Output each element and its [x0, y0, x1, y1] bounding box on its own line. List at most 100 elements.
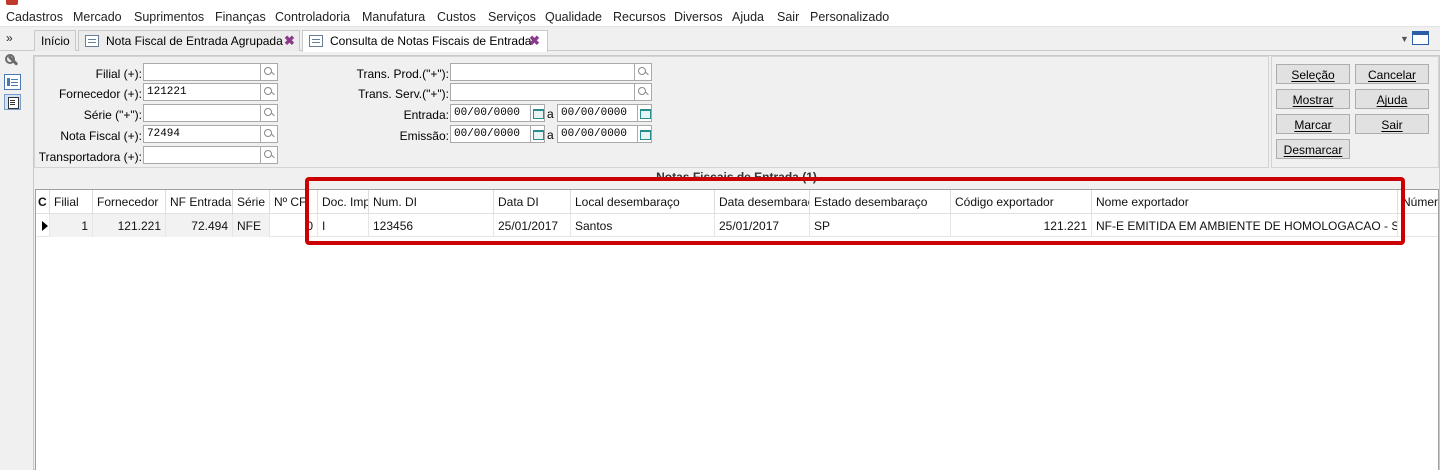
col-header-estado-desembaraco[interactable]: Estado desembaraço — [810, 190, 951, 214]
close-icon[interactable]: ✖ — [284, 33, 295, 49]
row-indicator-cell — [36, 214, 50, 237]
restore-window-icon[interactable] — [1412, 31, 1429, 45]
sair-button[interactable]: Sair — [1355, 114, 1429, 134]
cell-nome-exportador[interactable]: NF-E EMITIDA EM AMBIENTE DE HOMOLOGACAO … — [1092, 214, 1398, 237]
ajuda-button[interactable]: Ajuda — [1355, 89, 1429, 109]
grid-title: Notas Fiscais de Entrada (1) — [656, 170, 817, 184]
col-header-c[interactable]: C — [36, 190, 50, 214]
fornecedor-label: Fornecedor (+): — [58, 87, 142, 101]
trans-serv-input[interactable] — [450, 83, 635, 101]
tab-nota-fiscal-agrupada-label: Nota Fiscal de Entrada Agrupada — [106, 34, 283, 48]
col-header-nome-exportador[interactable]: Nome exportador — [1092, 190, 1398, 214]
consulta-panel: Filial (+): Fornecedor (+): 121221 Série… — [33, 55, 1440, 470]
emissao-label: Emissão: — [399, 129, 449, 143]
search-icon[interactable] — [261, 104, 278, 122]
window-controls: ▼ — [1400, 31, 1434, 48]
emissao-from-input[interactable]: 00/00/0000 — [450, 125, 531, 143]
search-icon[interactable] — [635, 83, 652, 101]
form-view-icon[interactable] — [4, 74, 21, 90]
nota-fiscal-input[interactable]: 72494 — [143, 125, 261, 143]
cell-doc-imp[interactable]: I — [318, 214, 369, 237]
cancelar-button[interactable]: Cancelar — [1355, 64, 1429, 84]
app-icon — [6, 0, 18, 5]
trans-serv-label: Trans. Serv.("+"): — [358, 87, 449, 101]
table-row[interactable]: 1 121.221 72.494 NFE 0 I 123456 25/01/20… — [36, 214, 1438, 237]
search-icon[interactable] — [635, 63, 652, 81]
wrench-icon[interactable] — [4, 53, 21, 69]
cell-filial[interactable]: 1 — [50, 214, 93, 237]
dropdown-arrow-icon[interactable]: ▼ — [1400, 34, 1409, 44]
col-header-serie[interactable]: Série — [233, 190, 270, 214]
menu-mercado[interactable]: Mercado — [73, 10, 122, 24]
menu-personalizado[interactable]: Personalizado — [810, 10, 889, 24]
cell-data-di[interactable]: 25/01/2017 — [494, 214, 571, 237]
col-header-fornecedor[interactable]: Fornecedor — [93, 190, 166, 214]
menu-servicos[interactable]: Serviços — [488, 10, 536, 24]
calendar-icon[interactable] — [638, 104, 652, 122]
serie-input[interactable] — [143, 104, 261, 122]
menu-qualidade[interactable]: Qualidade — [545, 10, 602, 24]
cell-numero[interactable] — [1398, 214, 1438, 237]
mostrar-button[interactable]: Mostrar — [1276, 89, 1350, 109]
tab-consulta-notas[interactable]: Consulta de Notas Fiscais de Entrada ✖ — [302, 30, 548, 52]
notas-grid[interactable]: C Filial Fornecedor NF Entrada Série Nº … — [35, 189, 1439, 470]
cell-nf-entrada[interactable]: 72.494 — [166, 214, 233, 237]
col-header-local-desembaraco[interactable]: Local desembaraço — [571, 190, 715, 214]
cell-fornecedor[interactable]: 121.221 — [93, 214, 166, 237]
cell-n-cf[interactable]: 0 — [270, 214, 318, 237]
menu-recursos[interactable]: Recursos — [613, 10, 666, 24]
cell-estado-desembaraco[interactable]: SP — [810, 214, 951, 237]
col-header-numero[interactable]: Númer — [1398, 190, 1438, 214]
col-header-codigo-exportador[interactable]: Código exportador — [951, 190, 1092, 214]
cell-codigo-exportador[interactable]: 121.221 — [951, 214, 1092, 237]
menu-financas[interactable]: Finanças — [215, 10, 266, 24]
marcar-button[interactable]: Marcar — [1276, 114, 1350, 134]
search-icon[interactable] — [261, 63, 278, 81]
calendar-icon[interactable] — [531, 125, 545, 143]
row-pointer-icon — [42, 221, 48, 231]
col-header-data-desembaraco[interactable]: Data desembaraço — [715, 190, 810, 214]
transportadora-input[interactable] — [143, 146, 261, 164]
search-icon[interactable] — [261, 125, 278, 143]
trans-prod-label: Trans. Prod.("+"): — [356, 67, 449, 81]
menu-manufatura[interactable]: Manufatura — [362, 10, 425, 24]
entrada-to-input[interactable]: 00/00/0000 — [557, 104, 638, 122]
menu-diversos[interactable]: Diversos — [674, 10, 723, 24]
col-header-n-cf[interactable]: Nº CF — [270, 190, 318, 214]
tab-strip: » Início Nota Fiscal de Entrada Agrupada… — [0, 28, 1440, 52]
tab-nota-fiscal-agrupada[interactable]: Nota Fiscal de Entrada Agrupada ✖ — [78, 30, 300, 51]
col-header-num-di[interactable]: Num. DI — [369, 190, 494, 214]
cell-data-desembaraco[interactable]: 25/01/2017 — [715, 214, 810, 237]
calendar-icon[interactable] — [638, 125, 652, 143]
menu-sair[interactable]: Sair — [777, 10, 799, 24]
desmarcar-button[interactable]: Desmarcar — [1276, 139, 1350, 159]
col-header-nf-entrada[interactable]: NF Entrada — [166, 190, 233, 214]
selecao-button[interactable]: Seleção — [1276, 64, 1350, 84]
col-header-filial[interactable]: Filial — [50, 190, 93, 214]
search-icon[interactable] — [261, 83, 278, 101]
col-header-data-di[interactable]: Data DI — [494, 190, 571, 214]
menu-ajuda[interactable]: Ajuda — [732, 10, 764, 24]
col-header-doc-imp[interactable]: Doc. Imp — [318, 190, 369, 214]
cell-num-di[interactable]: 123456 — [369, 214, 494, 237]
entrada-from-input[interactable]: 00/00/0000 — [450, 104, 531, 122]
trans-prod-input[interactable] — [450, 63, 635, 81]
chevron-double-right-icon[interactable]: » — [6, 31, 13, 45]
tab-inicio[interactable]: Início — [34, 30, 76, 51]
side-toolbar — [0, 51, 25, 470]
close-icon[interactable]: ✖ — [529, 33, 540, 49]
menu-bar: Cadastros Mercado Suprimentos Finanças C… — [0, 6, 1440, 27]
fornecedor-input[interactable]: 121221 — [143, 83, 261, 101]
cell-local-desembaraco[interactable]: Santos — [571, 214, 715, 237]
cell-serie[interactable]: NFE — [233, 214, 270, 237]
menu-custos[interactable]: Custos — [437, 10, 476, 24]
filial-input[interactable] — [143, 63, 261, 81]
menu-cadastros[interactable]: Cadastros — [6, 10, 63, 24]
emissao-to-input[interactable]: 00/00/0000 — [557, 125, 638, 143]
list-view-icon[interactable] — [4, 94, 21, 110]
search-icon[interactable] — [261, 146, 278, 164]
nota-fiscal-label: Nota Fiscal (+): — [60, 129, 142, 143]
calendar-icon[interactable] — [531, 104, 545, 122]
menu-suprimentos[interactable]: Suprimentos — [134, 10, 204, 24]
menu-controladoria[interactable]: Controladoria — [275, 10, 350, 24]
